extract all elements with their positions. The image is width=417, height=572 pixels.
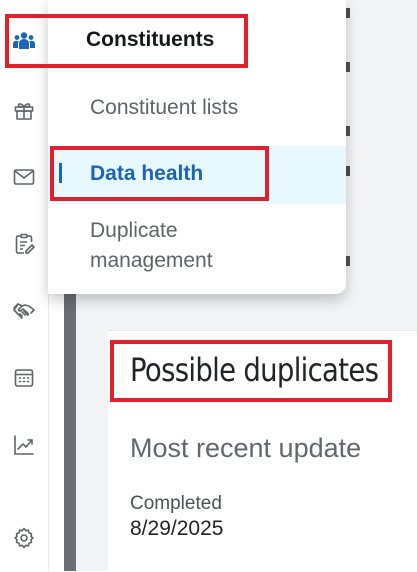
background-fragment [346,166,350,176]
status-label: Completed [130,493,222,514]
menu-item-label: Constituent lists [90,96,239,119]
calendar-icon[interactable] [8,362,40,394]
menu-item-label: Duplicate management [90,219,213,272]
gear-icon[interactable] [8,522,40,554]
icon-rail [0,0,49,571]
highlight-box [5,14,248,68]
background-fragment [346,8,350,18]
card-subtitle: Most recent update [130,433,362,463]
mail-icon[interactable] [8,161,40,193]
background-fragment [346,126,350,136]
status-date: 8/29/2025 [130,517,224,540]
background-fragment [346,62,350,72]
clipboard-edit-icon[interactable] [8,228,40,260]
analytics-icon[interactable] [8,429,40,461]
gift-icon[interactable] [8,94,40,126]
background-fragment [346,256,350,266]
menu-item-constituent-lists[interactable]: Constituent lists [48,88,346,132]
highlight-box [110,340,392,402]
menu-item-duplicate-management[interactable]: Duplicate management [48,212,346,276]
highlight-box [50,146,269,201]
handshake-icon[interactable] [8,295,40,327]
